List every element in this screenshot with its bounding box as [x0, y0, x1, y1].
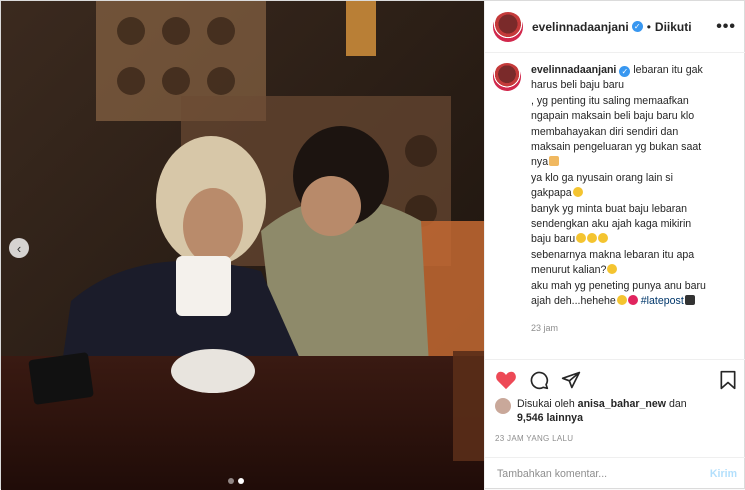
caption-time: 23 jam: [531, 322, 559, 333]
caption-line-wrap: baju baru: [531, 232, 737, 247]
comment-button[interactable]: [529, 370, 549, 390]
liker-username[interactable]: anisa_bahar_new: [578, 398, 666, 410]
folded-hands-emoji-icon: [549, 156, 560, 167]
post-timestamp[interactable]: 23 JAM YANG LALU: [495, 434, 573, 443]
more-options-icon[interactable]: •••: [716, 18, 736, 36]
caption-avatar[interactable]: [493, 63, 521, 91]
worried-face-emoji-icon: [587, 233, 598, 244]
share-icon: [561, 371, 581, 388]
caption-line: aku mah yg peneting punya anu baru: [531, 279, 706, 292]
caption-line: nya: [531, 156, 549, 169]
save-button[interactable]: [719, 370, 737, 390]
caption-line: maksain pengeluaran yg bukan saat: [531, 141, 702, 154]
share-button[interactable]: [561, 370, 581, 390]
caption-line: menurut kalian?: [531, 264, 607, 277]
caption-line: sendengkan aku ajah kaga mikirin: [531, 218, 692, 231]
caption-line: gakpapa: [531, 187, 572, 200]
comment-input[interactable]: [495, 467, 710, 481]
verified-badge-icon: ✓: [619, 66, 631, 77]
caption-line: membahayakan diri sendiri dan: [531, 125, 679, 138]
avatar[interactable]: [493, 11, 523, 42]
follow-status-button[interactable]: Diikuti: [655, 20, 692, 34]
comment-icon: [530, 371, 549, 389]
caption-line: banyk yg minta buat baju lebaran: [531, 202, 688, 215]
likes-joiner: dan: [668, 398, 687, 410]
likes-count[interactable]: 9,546 lainnya: [517, 412, 583, 424]
caption-line: , yg penting itu saling memaafkan: [531, 94, 689, 107]
caption-body: evelinnadaanjani ✓ lebaran itu gak harus …: [531, 63, 737, 336]
carousel-dot-active: [238, 478, 244, 484]
caption-first-line: evelinnadaanjani ✓ lebaran itu gak: [531, 63, 737, 78]
thinking-face-emoji-icon: [607, 264, 618, 275]
header-separator: •: [646, 19, 651, 34]
caption-line: harus beli baju baru: [531, 79, 625, 92]
verified-badge-icon: ✓: [631, 21, 643, 32]
caption-line: lebaran itu gak: [633, 64, 703, 76]
caption-line: ya klo ga nyusain orang lain si: [531, 171, 673, 184]
bookmark-icon: [720, 370, 736, 389]
caption-line: baju baru: [531, 233, 576, 246]
instagram-post: ‹ evelinnadaanjani ✓ • Diikuti ••• eveli…: [0, 0, 745, 490]
likes-prefix: Disukai oleh: [517, 398, 575, 410]
caption-line-wrap: nya: [531, 155, 737, 170]
caption-line: sebenarnya makna lebaran itu apa: [531, 248, 695, 261]
carousel-prev-button[interactable]: ‹: [9, 238, 29, 258]
header-username[interactable]: evelinnadaanjani: [532, 20, 629, 34]
camera-emoji-icon: [684, 295, 695, 306]
caption-line-wrap: menurut kalian?: [531, 263, 737, 278]
liker-avatar[interactable]: [495, 398, 511, 414]
hashtag-link[interactable]: #latepost: [641, 295, 684, 307]
likes-summary: Disukai oleh anisa_bahar_new dan 9,546 l…: [495, 397, 687, 425]
worried-face-emoji-icon: [598, 233, 609, 244]
caption: evelinnadaanjani ✓ lebaran itu gak harus …: [485, 63, 745, 336]
caption-line: ajah deh...hehehe: [531, 295, 616, 308]
worried-face-emoji-icon: [576, 233, 587, 244]
post-side-panel: evelinnadaanjani ✓ • Diikuti ••• evelinn…: [484, 1, 745, 490]
post-actions: [485, 359, 745, 399]
caption-line-wrap: ajah deh...hehehe #latepost: [531, 294, 737, 309]
post-header: evelinnadaanjani ✓ • Diikuti •••: [485, 1, 745, 53]
red-heart-emoji-icon: [627, 295, 638, 306]
caption-line-wrap: gakpapa: [531, 186, 737, 201]
grinning-face-emoji-icon: [616, 295, 627, 306]
heart-icon: [496, 371, 516, 389]
carousel-dot: [228, 478, 234, 484]
caption-username[interactable]: evelinnadaanjani: [531, 64, 616, 76]
likes-text: Disukai oleh anisa_bahar_new dan 9,546 l…: [517, 397, 687, 425]
photo-illustration: [1, 1, 484, 490]
chevron-left-icon: ‹: [16, 240, 22, 256]
caption-line: ngapain maksain beli baju baru klo: [531, 110, 695, 123]
comment-bar: Kirim: [485, 457, 745, 490]
smiling-face-emoji-icon: [572, 187, 583, 198]
like-button[interactable]: [495, 370, 517, 390]
carousel-indicator: [228, 478, 244, 484]
post-comment-button[interactable]: Kirim: [710, 468, 737, 480]
post-photo[interactable]: ‹: [1, 1, 484, 490]
